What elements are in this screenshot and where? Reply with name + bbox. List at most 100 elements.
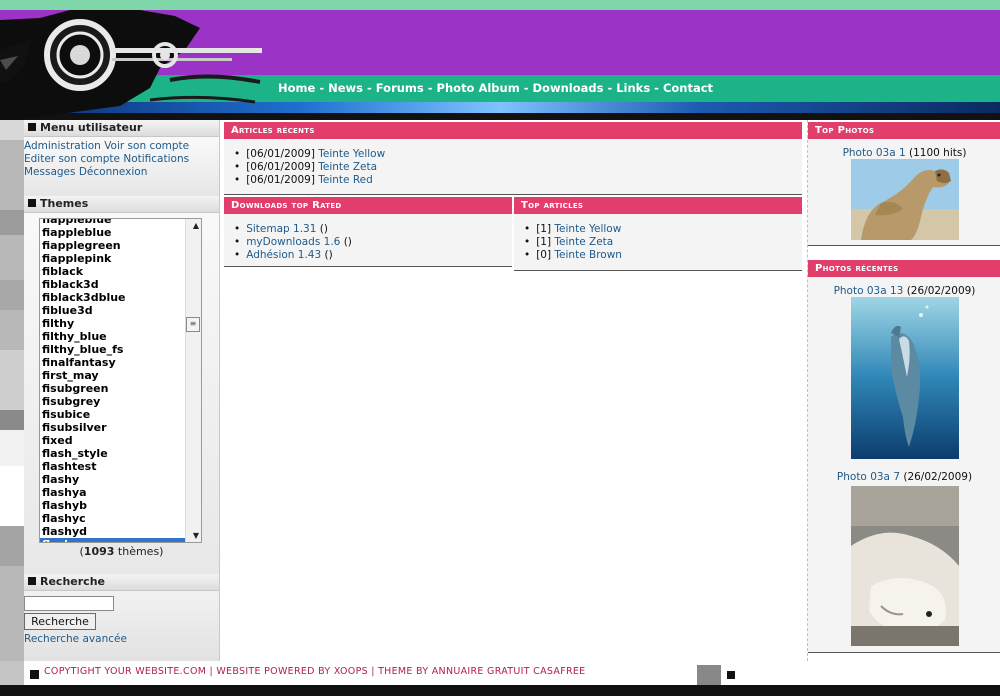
nav-photo-album[interactable]: Photo Album — [437, 81, 520, 95]
scroll-up-arrow-icon[interactable]: ▲ — [193, 221, 199, 230]
download-link[interactable]: Sitemap 1.31 — [246, 223, 316, 235]
photo-link[interactable]: Photo 03a 1 — [843, 147, 906, 159]
theme-option[interactable]: fisubgreen — [40, 382, 201, 395]
nav-links[interactable]: Links — [616, 81, 650, 95]
left-edge-footer — [0, 661, 24, 685]
scroll-down-arrow-icon[interactable]: ▼ — [193, 531, 199, 540]
theme-option[interactable]: flashyc — [40, 512, 201, 525]
top-articles-block: Top articles [1] Teinte Yellow [1] Teint… — [514, 197, 802, 271]
search-button[interactable]: Recherche — [24, 613, 96, 630]
nav-forums[interactable]: Forums — [376, 81, 424, 95]
article-link[interactable]: Teinte Brown — [554, 249, 622, 261]
article-link[interactable]: Teinte Zeta — [318, 161, 377, 173]
download-link[interactable]: Adhésion 1.43 — [246, 249, 321, 261]
nav-home[interactable]: Home — [278, 81, 315, 95]
theme-option[interactable]: flash_style — [40, 447, 201, 460]
user-menu-administration[interactable]: Administration — [24, 140, 101, 152]
theme-option[interactable]: first_may — [40, 369, 201, 382]
download-rating: () — [340, 236, 352, 248]
theme-option[interactable]: filthy_blue_fs — [40, 343, 201, 356]
list-item: [06/01/2009] Teinte Yellow — [234, 148, 802, 161]
article-link[interactable]: Teinte Zeta — [554, 236, 613, 248]
recent-articles-block: Articles récents [06/01/2009] Teinte Yel… — [224, 122, 802, 195]
theme-option[interactable]: fisubgrey — [40, 395, 201, 408]
edge-block — [0, 120, 24, 140]
photo-date: (26/02/2009) — [903, 285, 976, 297]
article-link[interactable]: Teinte Yellow — [318, 148, 385, 160]
article-count: [1] — [536, 236, 552, 248]
theme-option[interactable]: fisubice — [40, 408, 201, 421]
nav-separator: - — [319, 81, 325, 95]
camel-photo[interactable] — [851, 159, 959, 240]
list-item: [06/01/2009] Teinte Zeta — [234, 161, 802, 174]
user-menu-block: Menu utilisateur Administration Voir son… — [24, 120, 219, 196]
downloads-list: Sitemap 1.31 () myDownloads 1.6 () Adhés… — [224, 214, 512, 262]
polar-bear-photo[interactable] — [851, 486, 959, 646]
left-sidebar: Menu utilisateur Administration Voir son… — [24, 120, 220, 661]
left-edge-decor — [0, 120, 24, 668]
photo-date: (26/02/2009) — [900, 471, 973, 483]
scroll-thumb[interactable]: ≡ — [186, 317, 200, 332]
article-link[interactable]: Teinte Yellow — [554, 223, 621, 235]
article-date: [06/01/2009] — [246, 161, 315, 173]
theme-option[interactable]: finalfantasy — [40, 356, 201, 369]
footer-copyright: COPYTIGHT YOUR WEBSITE.COM | WEBSITE POW… — [44, 666, 586, 677]
advanced-search-link[interactable]: Recherche avancée — [24, 633, 127, 645]
download-link[interactable]: myDownloads 1.6 — [246, 236, 340, 248]
theme-list-scrollbar[interactable]: ▲ ≡ ▼ — [185, 219, 201, 542]
themes-title-text: Themes — [40, 197, 89, 210]
theme-option[interactable]: fiappleblue — [40, 226, 201, 239]
theme-option[interactable]: fisubsilver — [40, 421, 201, 434]
nav-news[interactable]: News — [328, 81, 363, 95]
search-input[interactable] — [24, 596, 114, 611]
theme-option[interactable]: fiblack3d — [40, 278, 201, 291]
user-menu-view-account[interactable]: Voir son compte — [104, 140, 189, 152]
user-menu-messages[interactable]: Messages — [24, 166, 76, 178]
theme-option[interactable]: filthy_blue — [40, 330, 201, 343]
theme-count: (1093 thèmes) — [24, 545, 219, 558]
theme-option[interactable]: fixed — [40, 434, 201, 447]
main-content: Articles récents [06/01/2009] Teinte Yel… — [224, 120, 802, 661]
recent-articles-list: [06/01/2009] Teinte Yellow [06/01/2009] … — [224, 139, 802, 187]
user-menu-notifications[interactable]: Notifications — [123, 153, 189, 165]
theme-select-list[interactable]: fiappleblue fiappleblue fiapplegreen fia… — [39, 218, 202, 543]
top-photos-title: Top Photos — [808, 122, 1000, 139]
nav-contact[interactable]: Contact — [663, 81, 713, 95]
photo-link[interactable]: Photo 03a 13 — [834, 285, 904, 297]
theme-option[interactable]: filthy — [40, 317, 201, 330]
site-logo[interactable] — [0, 10, 280, 120]
nav-separator: - — [367, 81, 372, 95]
user-menu-edit-account[interactable]: Editer son compte — [24, 153, 120, 165]
theme-option[interactable]: fiapplegreen — [40, 239, 201, 252]
theme-option[interactable]: fiappleblue — [40, 219, 201, 226]
theme-option-selected[interactable]: flashye — [40, 538, 201, 542]
article-date: [06/01/2009] — [246, 174, 315, 186]
theme-option[interactable]: flashy — [40, 473, 201, 486]
photo-link[interactable]: Photo 03a 7 — [837, 471, 900, 483]
article-count: [0] — [536, 249, 552, 261]
article-link[interactable]: Teinte Red — [318, 174, 373, 186]
top-articles-list: [1] Teinte Yellow [1] Teinte Zeta [0] Te… — [514, 214, 802, 262]
dolphin-photo[interactable] — [851, 297, 959, 459]
recent-photos-title: Photos récentes — [808, 260, 1000, 277]
theme-option[interactable]: fiapplepink — [40, 252, 201, 265]
user-menu-logout[interactable]: Déconnexion — [79, 166, 148, 178]
bottom-black-bar — [0, 685, 1000, 696]
theme-option[interactable]: flashya — [40, 486, 201, 499]
theme-option[interactable]: flashtest — [40, 460, 201, 473]
square-bullet-icon — [28, 199, 36, 207]
theme-option[interactable]: fiblack3dblue — [40, 291, 201, 304]
search-title: Recherche — [24, 574, 219, 591]
theme-count-number: 1093 — [83, 545, 115, 558]
square-bullet-icon — [727, 671, 735, 679]
recent-photos-block: Photos récentes Photo 03a 13 (26/02/2009… — [808, 260, 1000, 653]
nav-separator: - — [427, 81, 433, 95]
nav-downloads[interactable]: Downloads — [533, 81, 604, 95]
nav-separator: - — [523, 81, 529, 95]
list-item: [06/01/2009] Teinte Red — [234, 174, 802, 187]
theme-option[interactable]: fiblue3d — [40, 304, 201, 317]
theme-option[interactable]: flashyd — [40, 525, 201, 538]
theme-option[interactable]: fiblack — [40, 265, 201, 278]
theme-option[interactable]: flashyb — [40, 499, 201, 512]
user-menu-title-text: Menu utilisateur — [40, 121, 143, 134]
